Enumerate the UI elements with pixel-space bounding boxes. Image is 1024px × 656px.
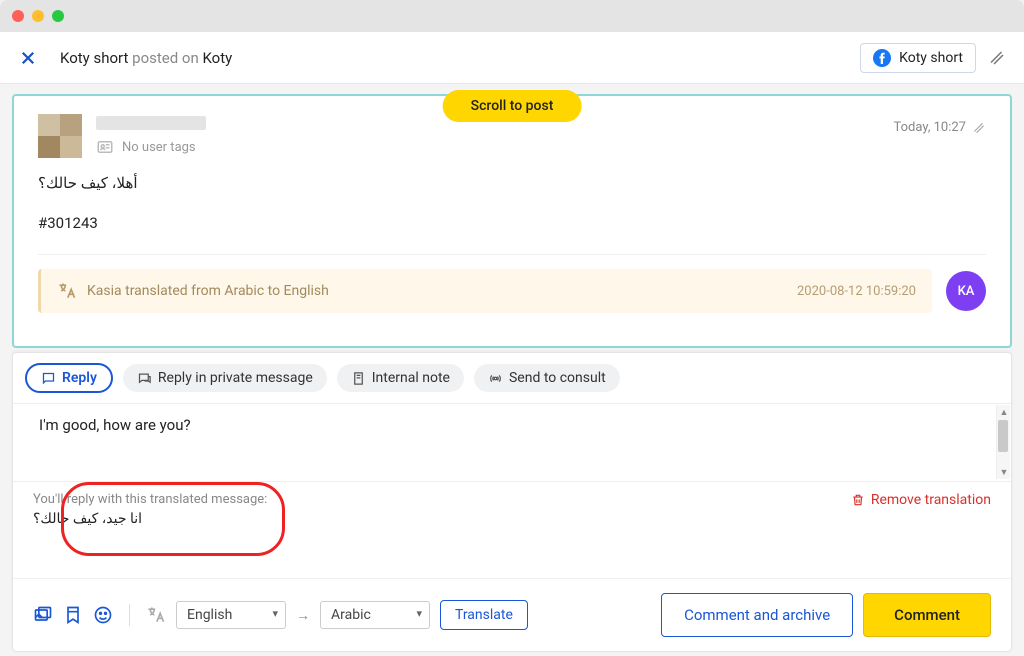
translation-preview: You'll reply with this translated messag… xyxy=(13,481,1011,561)
user-tags-row: No user tags xyxy=(96,138,206,156)
translate-icon xyxy=(57,281,77,301)
post-reference: #301243 xyxy=(38,214,986,232)
translate-footer-icon xyxy=(146,605,166,625)
reply-panel: Reply Reply in private message Internal … xyxy=(12,352,1012,652)
window-zoom-icon[interactable] xyxy=(52,10,64,22)
post-timestamp-text: Today, 10:27 xyxy=(894,120,966,135)
facebook-source-chip[interactable]: Koty short xyxy=(860,43,976,73)
post-card: Today, 10:27 No user tags أهلا، كيف حالك… xyxy=(12,94,1012,348)
topbar: Koty short posted on Koty Koty short xyxy=(0,32,1024,84)
id-badge-icon xyxy=(96,138,114,156)
stripes-icon[interactable] xyxy=(988,49,1006,67)
close-panel-button[interactable] xyxy=(18,48,38,68)
tab-consult-label: Send to consult xyxy=(509,370,606,386)
window-close-icon[interactable] xyxy=(12,10,24,22)
scroll-down-icon[interactable]: ▼ xyxy=(997,465,1011,479)
avatar xyxy=(38,114,82,158)
tab-send-consult[interactable]: Send to consult xyxy=(474,364,620,392)
tab-private-message[interactable]: Reply in private message xyxy=(123,364,327,392)
tab-internal-note[interactable]: Internal note xyxy=(337,364,464,392)
window-titlebar xyxy=(0,0,1024,32)
private-message-icon xyxy=(137,371,152,386)
bookmark-icon[interactable] xyxy=(63,605,83,625)
scroll-thumb[interactable] xyxy=(998,420,1008,452)
breadcrumb-source: Koty short xyxy=(60,49,128,67)
remove-translation-label: Remove translation xyxy=(871,492,991,508)
no-user-tags-text: No user tags xyxy=(122,140,196,155)
trash-icon xyxy=(851,493,865,507)
tab-reply-label: Reply xyxy=(62,370,97,386)
remove-translation-button[interactable]: Remove translation xyxy=(851,492,991,508)
translation-event-box: Kasia translated from Arabic to English … xyxy=(38,269,932,313)
translation-event-time: 2020-08-12 10:59:20 xyxy=(797,284,916,299)
reply-tabs: Reply Reply in private message Internal … xyxy=(13,353,1011,403)
arrow-right-icon: → xyxy=(296,607,310,624)
breadcrumb-target: Koty xyxy=(202,49,232,67)
comment-and-archive-button[interactable]: Comment and archive xyxy=(661,593,853,637)
breadcrumb: Koty short posted on Koty xyxy=(60,49,232,67)
breadcrumb-mid: posted on xyxy=(128,49,202,67)
scroll-to-post-button[interactable]: Scroll to post xyxy=(443,90,582,122)
translate-button[interactable]: Translate xyxy=(440,600,528,630)
translation-preview-label: You'll reply with this translated messag… xyxy=(33,492,267,507)
stripes-small-icon xyxy=(972,121,986,135)
tab-internal-label: Internal note xyxy=(372,370,450,386)
window-minimize-icon[interactable] xyxy=(32,10,44,22)
tab-reply[interactable]: Reply xyxy=(25,363,113,393)
facebook-icon xyxy=(873,49,891,67)
editor-scrollbar[interactable]: ▲ ▼ xyxy=(996,405,1010,479)
comment-button[interactable]: Comment xyxy=(863,593,991,637)
tab-private-label: Reply in private message xyxy=(158,370,313,386)
stage: Scroll to post Today, 10:27 No user tags… xyxy=(0,84,1024,656)
translator-avatar: KA xyxy=(946,271,986,311)
emoji-icon[interactable] xyxy=(93,605,113,625)
note-icon xyxy=(351,371,366,386)
language-from-select[interactable]: English xyxy=(176,601,286,629)
translation-event-text: Kasia translated from Arabic to English xyxy=(87,283,329,299)
language-to-select[interactable]: Arabic xyxy=(320,601,430,629)
divider xyxy=(38,254,986,255)
facebook-chip-label: Koty short xyxy=(899,50,963,66)
post-body-arabic: أهلا، كيف حالك؟ xyxy=(38,174,986,192)
translation-event-row: Kasia translated from Arabic to English … xyxy=(38,269,986,313)
reply-footer: English → Arabic Translate Comment and a… xyxy=(13,578,1011,651)
gallery-icon[interactable] xyxy=(33,605,53,625)
translation-preview-arabic: انا جيد، كيف حالك؟ xyxy=(33,511,267,527)
post-timestamp: Today, 10:27 xyxy=(894,120,986,135)
reply-editor[interactable]: I'm good, how are you? xyxy=(13,403,1011,481)
broadcast-icon xyxy=(488,371,503,386)
scroll-up-icon[interactable]: ▲ xyxy=(997,405,1011,419)
user-name-redacted xyxy=(96,116,206,130)
comment-icon xyxy=(41,371,56,386)
footer-separator xyxy=(129,604,130,626)
